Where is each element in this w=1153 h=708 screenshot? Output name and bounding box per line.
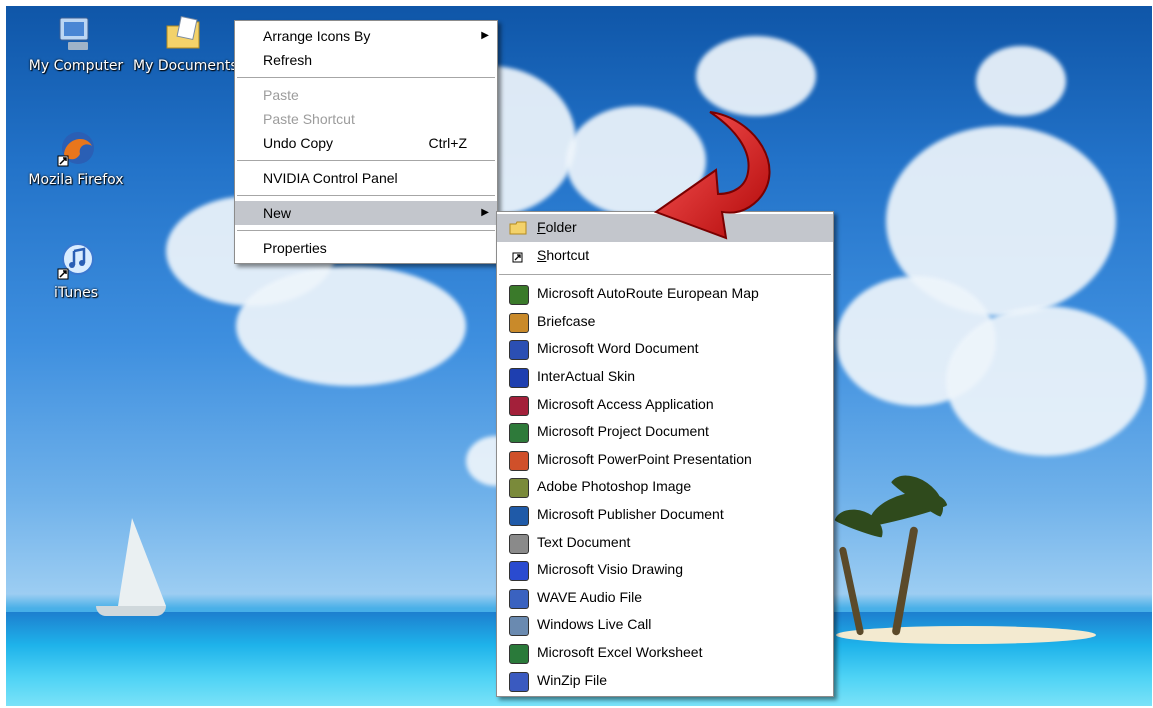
itunes-icon [56, 241, 96, 281]
menu-separator [237, 230, 495, 231]
menu-item-label: Microsoft Publisher Document [537, 505, 724, 522]
new-file-type-list: Microsoft AutoRoute European Map Briefcas… [497, 280, 833, 694]
menu-item-label: Paste [263, 87, 299, 103]
file-type-icon [509, 423, 529, 444]
menu-separator [237, 195, 495, 196]
submenu-item-file-type[interactable]: Windows Live Call [497, 611, 833, 639]
desktop-icon-firefox[interactable]: Mozila Firefox [26, 128, 126, 188]
menu-item-label: New [263, 205, 292, 221]
menu-item-refresh[interactable]: Refresh [235, 48, 497, 72]
file-type-icon [509, 505, 529, 526]
desktop-icon-my-documents[interactable]: My Documents [133, 14, 238, 74]
desktop-context-menu: Arrange Icons By ▶ Refresh Paste Paste S… [234, 20, 498, 264]
file-type-icon [509, 367, 529, 388]
menu-item-label: WAVE Audio File [537, 588, 643, 605]
submenu-item-file-type[interactable]: Microsoft PowerPoint Presentation [497, 446, 833, 474]
menu-accelerator: Ctrl+Z [428, 135, 468, 151]
menu-item-label: Microsoft Excel Worksheet [537, 643, 703, 660]
submenu-arrow-icon: ▶ [481, 30, 489, 41]
menu-item-label: Windows Live Call [537, 616, 652, 633]
file-type-icon [509, 478, 529, 499]
folder-icon [509, 219, 527, 237]
menu-item-label: Microsoft PowerPoint Presentation [537, 450, 752, 467]
menu-item-label: Refresh [263, 52, 313, 68]
menu-item-label: Folder [537, 219, 577, 235]
submenu-item-file-type[interactable]: Microsoft AutoRoute European Map [497, 280, 833, 308]
menu-separator [499, 274, 831, 276]
submenu-item-file-type[interactable]: Text Document [497, 529, 833, 557]
menu-separator [237, 160, 495, 161]
menu-item-label: Arrange Icons By [263, 28, 371, 44]
submenu-item-file-type[interactable]: Microsoft Project Document [497, 418, 833, 446]
desktop-icon-label: My Documents [133, 58, 238, 74]
menu-item-label: Properties [263, 240, 327, 256]
submenu-arrow-icon: ▶ [481, 207, 489, 218]
menu-item-label: Microsoft Word Document [537, 340, 699, 357]
file-type-icon [509, 312, 529, 333]
menu-item-mnemonic: S [537, 246, 547, 263]
submenu-item-file-type[interactable]: InterActual Skin [497, 363, 833, 391]
file-type-icon [509, 643, 529, 664]
file-type-icon [509, 395, 529, 416]
file-type-icon [509, 588, 529, 609]
red-arrow-icon [653, 111, 771, 240]
menu-item-label: NVIDIA Control Panel [263, 170, 398, 186]
file-type-icon [509, 561, 529, 582]
menu-item-mnemonic: F [537, 219, 546, 235]
menu-item-label-rest: older [545, 219, 577, 235]
menu-item-label: Briefcase [537, 312, 596, 329]
shortcut-icon [509, 247, 527, 265]
menu-item-label-rest: hortcut [546, 246, 590, 263]
desktop-icon-label: iTunes [54, 285, 98, 301]
menu-item-label: Microsoft AutoRoute European Map [537, 285, 759, 302]
firefox-icon [56, 128, 96, 168]
submenu-item-file-type[interactable]: Microsoft Publisher Document [497, 501, 833, 529]
menu-separator [237, 77, 495, 78]
submenu-item-file-type[interactable]: Microsoft Visio Drawing [497, 556, 833, 584]
desktop-icon-itunes[interactable]: iTunes [26, 241, 126, 301]
menu-item-label: Adobe Photoshop Image [537, 478, 692, 495]
menu-item-paste: Paste [235, 83, 497, 107]
desktop-icon-label: My Computer [28, 58, 124, 74]
file-type-icon [509, 533, 529, 554]
submenu-item-file-type[interactable]: Briefcase [497, 308, 833, 336]
submenu-item-file-type[interactable]: WinZip File [497, 667, 833, 695]
submenu-item-file-type[interactable]: WAVE Audio File [497, 584, 833, 612]
submenu-item-file-type[interactable]: Microsoft Word Document [497, 335, 833, 363]
file-type-icon [509, 450, 529, 471]
my-computer-icon [56, 14, 96, 54]
menu-item-label: Microsoft Access Application [537, 395, 714, 412]
file-type-icon [509, 340, 529, 361]
menu-item-label: Paste Shortcut [263, 111, 355, 127]
menu-item-new[interactable]: New ▶ [235, 201, 497, 225]
submenu-item-file-type[interactable]: Microsoft Access Application [497, 391, 833, 419]
menu-item-properties[interactable]: Properties [235, 236, 497, 260]
menu-item-label: WinZip File [537, 671, 608, 688]
submenu-item-file-type[interactable]: Adobe Photoshop Image [497, 473, 833, 501]
my-documents-icon [163, 14, 203, 54]
menu-item-label: Text Document [537, 533, 631, 550]
menu-item-undo-copy[interactable]: Undo Copy Ctrl+Z [235, 131, 497, 155]
file-type-icon [509, 285, 529, 306]
menu-item-label: InterActual Skin [537, 367, 636, 384]
desktop-icon-label: Mozila Firefox [28, 172, 124, 188]
menu-item-label: Undo Copy [263, 135, 334, 151]
menu-item-nvidia-control-panel[interactable]: NVIDIA Control Panel [235, 166, 497, 190]
menu-item-arrange-icons-by[interactable]: Arrange Icons By ▶ [235, 24, 497, 48]
file-type-icon [509, 671, 529, 692]
menu-item-label: Microsoft Project Document [537, 423, 709, 440]
file-type-icon [509, 616, 529, 637]
menu-item-paste-shortcut: Paste Shortcut [235, 107, 497, 131]
desktop-icon-my-computer[interactable]: My Computer [26, 14, 126, 74]
submenu-item-file-type[interactable]: Microsoft Excel Worksheet [497, 639, 833, 667]
menu-item-label: Microsoft Visio Drawing [537, 561, 684, 578]
new-submenu: Folder Shortcut Microsoft AutoRoute Euro… [496, 211, 834, 698]
menu-item-label: Shortcut [537, 247, 589, 263]
